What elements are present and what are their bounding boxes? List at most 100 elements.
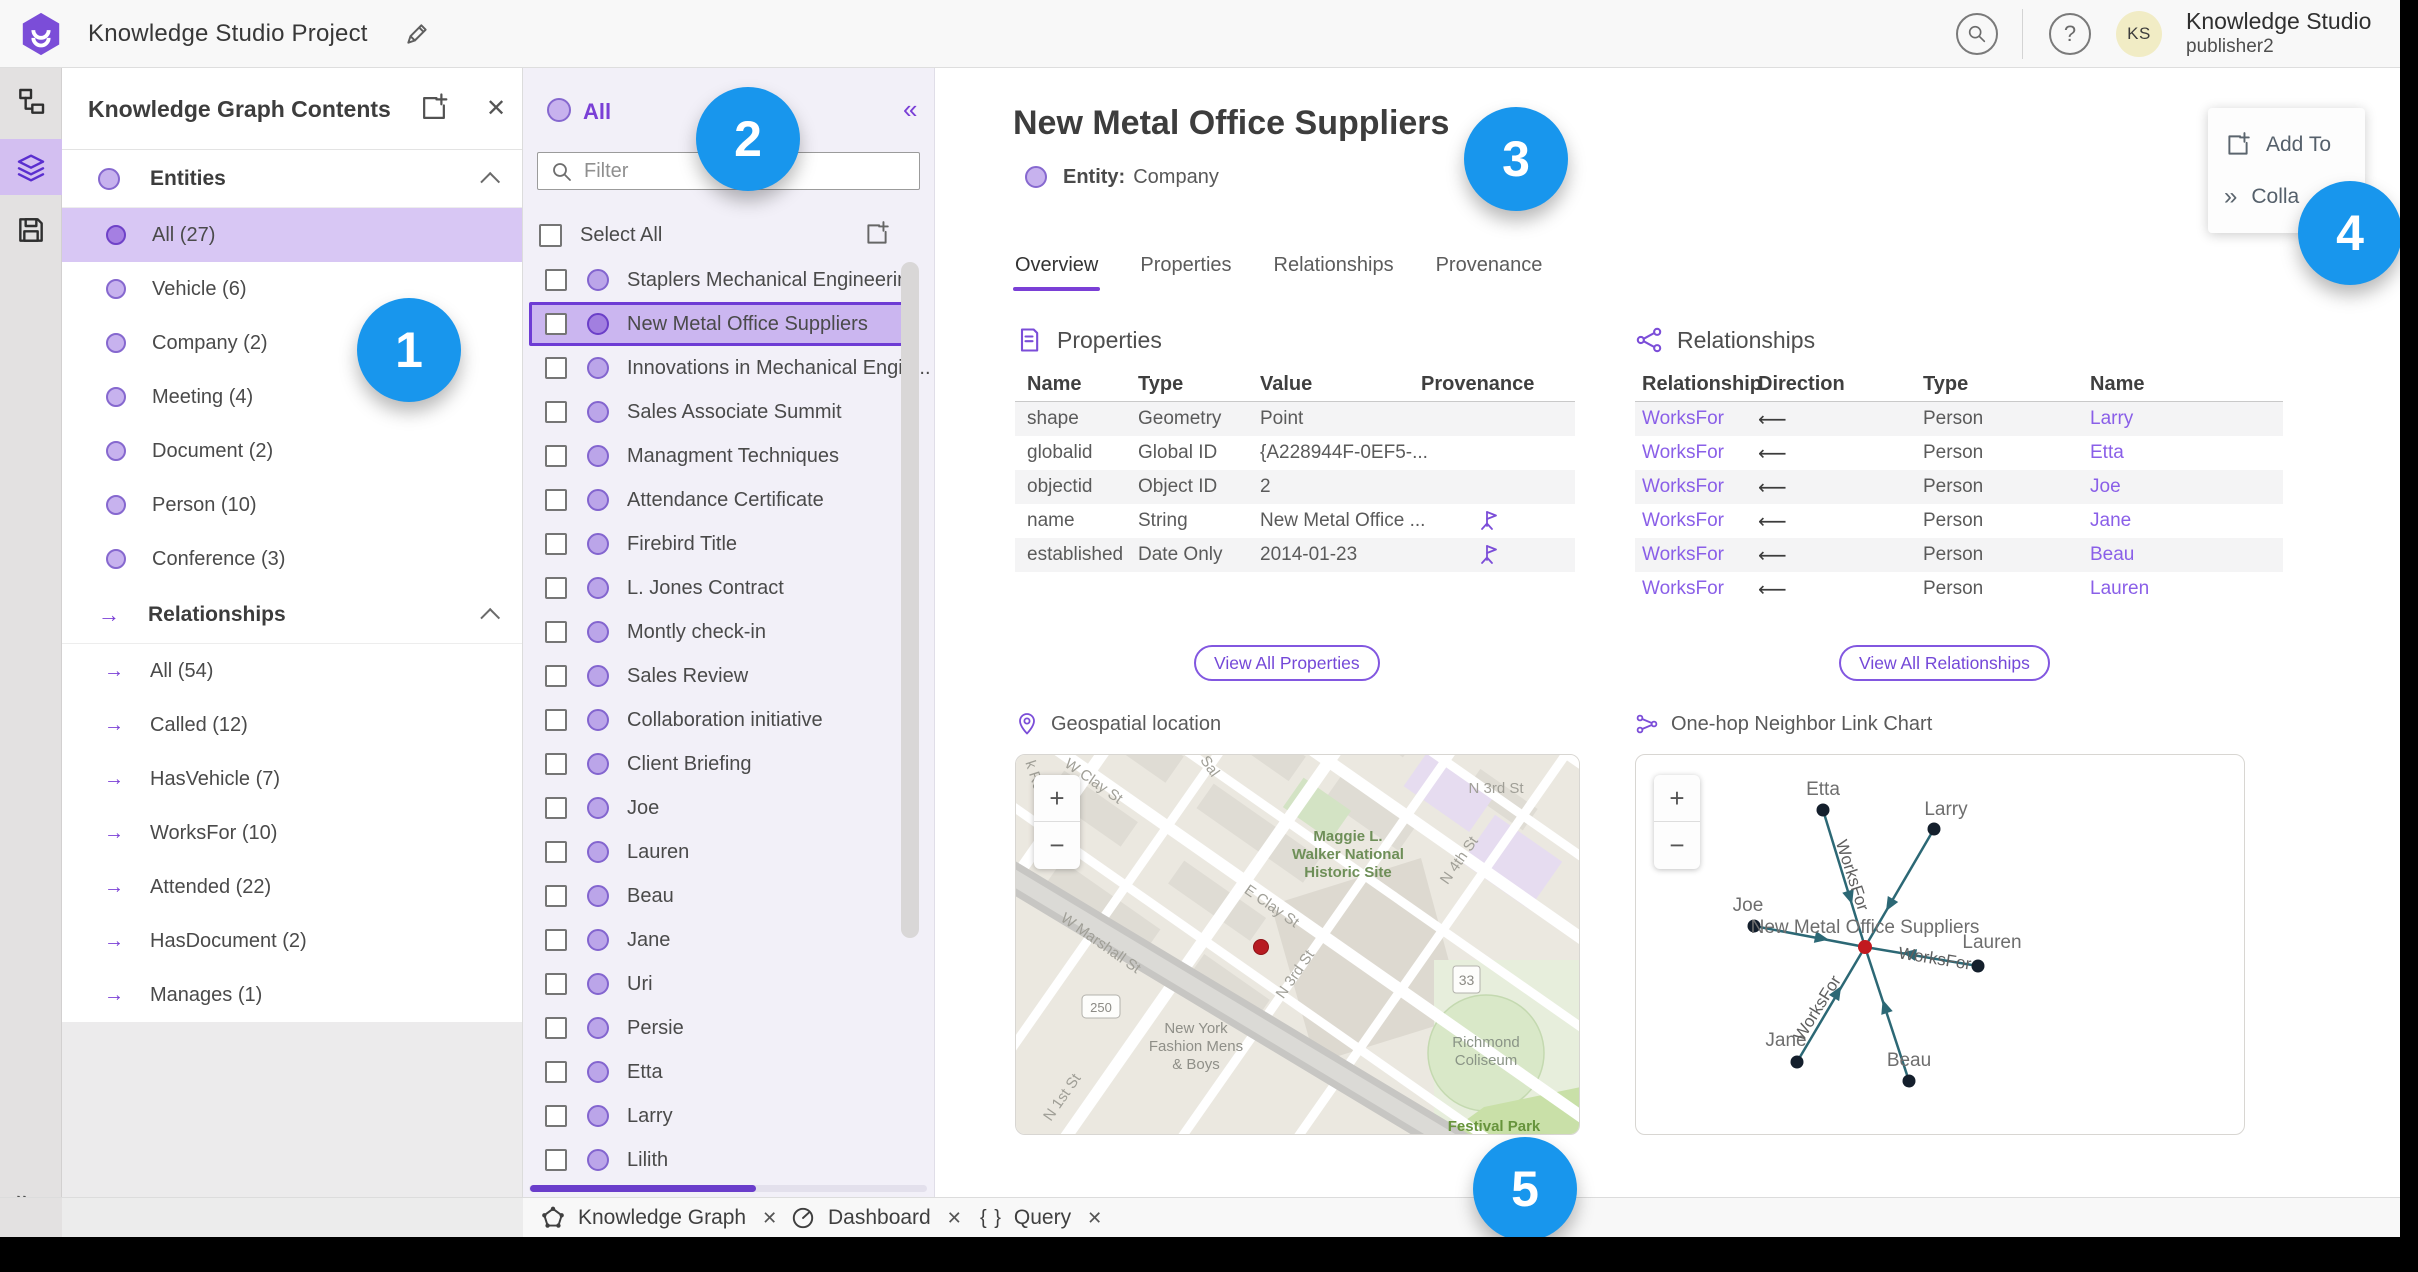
item-checkbox[interactable] — [545, 885, 567, 907]
view-all-relationships-button[interactable]: View All Relationships — [1839, 645, 2050, 681]
zoom-in-button[interactable]: + — [1034, 775, 1080, 822]
list-item[interactable]: Lilith — [529, 1138, 905, 1182]
vertical-scrollbar[interactable] — [901, 262, 919, 938]
graph-node[interactable] — [1816, 803, 1830, 817]
graph-node[interactable] — [1971, 959, 1985, 973]
sidebar-item-entity[interactable]: Meeting (4) — [62, 370, 522, 424]
item-checkbox[interactable] — [545, 577, 567, 599]
item-checkbox[interactable] — [545, 1149, 567, 1171]
select-all-checkbox[interactable] — [539, 223, 562, 247]
chevron-up-icon[interactable] — [480, 171, 501, 192]
add-to-new-icon[interactable] — [418, 92, 450, 124]
item-checkbox[interactable] — [545, 973, 567, 995]
sidebar-item-relationship[interactable]: → Attended (22) — [62, 860, 522, 914]
add-to-menu-item[interactable]: Add To — [2208, 118, 2365, 172]
sidebar-item-relationship[interactable]: → All (54) — [62, 644, 522, 698]
link-chart-canvas[interactable]: + − Etta Larry Joe Lauren Jane Beau New … — [1635, 754, 2245, 1135]
graph-node[interactable] — [1927, 822, 1941, 836]
list-item[interactable]: Persie — [529, 1006, 905, 1050]
item-checkbox[interactable] — [545, 841, 567, 863]
list-item[interactable]: Beau — [529, 874, 905, 918]
item-checkbox[interactable] — [545, 797, 567, 819]
graph-node[interactable] — [1902, 1074, 1916, 1088]
item-checkbox[interactable] — [545, 313, 567, 335]
list-item[interactable]: Sales Associate Summit — [529, 390, 905, 434]
list-item[interactable]: Lauren — [529, 830, 905, 874]
item-checkbox[interactable] — [545, 1061, 567, 1083]
sidebar-item-relationship[interactable]: → HasVehicle (7) — [62, 752, 522, 806]
item-checkbox[interactable] — [545, 1105, 567, 1127]
sidebar-item-relationship[interactable]: → WorksFor (10) — [62, 806, 522, 860]
avatar[interactable]: KS — [2116, 11, 2162, 57]
list-item[interactable]: Sales Review — [529, 654, 905, 698]
tab-knowledge-graph[interactable]: Knowledge Graph ✕ — [540, 1198, 777, 1238]
sidebar-item-entity[interactable]: Vehicle (6) — [62, 262, 522, 316]
list-item[interactable]: L. Jones Contract — [529, 566, 905, 610]
map-canvas[interactable]: + − N 3rd St N 4th St W Clay St k Rd Sal… — [1015, 754, 1580, 1135]
close-tab-icon[interactable]: ✕ — [762, 1208, 777, 1229]
graph-center-node[interactable] — [1858, 940, 1872, 954]
item-checkbox[interactable] — [545, 489, 567, 511]
detail-tab[interactable]: Relationships — [1274, 254, 1394, 291]
tab-query[interactable]: { } Query ✕ — [980, 1198, 1102, 1238]
list-item[interactable]: Staplers Mechanical Engineering — [529, 258, 919, 302]
edit-title-icon[interactable] — [404, 21, 430, 47]
sidebar-item-entity[interactable]: Document (2) — [62, 424, 522, 478]
provenance-flag-icon[interactable] — [1480, 510, 1500, 532]
sidebar-item-entity[interactable]: Conference (3) — [62, 532, 522, 586]
add-selection-icon[interactable] — [863, 220, 891, 248]
horizontal-scrollbar-track[interactable] — [529, 1185, 927, 1192]
select-all-row[interactable]: Select All — [539, 216, 919, 254]
detail-tab[interactable]: Provenance — [1436, 254, 1543, 291]
item-checkbox[interactable] — [545, 401, 567, 423]
zoom-out-button[interactable]: − — [1034, 822, 1080, 869]
item-checkbox[interactable] — [545, 533, 567, 555]
list-item[interactable]: Uri — [529, 962, 905, 1006]
sidebar-item-relationship[interactable]: → HasDocument (2) — [62, 914, 522, 968]
close-tab-icon[interactable]: ✕ — [947, 1208, 962, 1229]
item-checkbox[interactable] — [545, 665, 567, 687]
list-item[interactable]: Innovations in Mechanical Engin... — [529, 346, 931, 390]
list-item[interactable]: Attendance Certificate — [529, 478, 905, 522]
list-item[interactable]: Joe — [529, 786, 905, 830]
item-checkbox[interactable] — [545, 709, 567, 731]
item-checkbox[interactable] — [545, 753, 567, 775]
help-button[interactable]: ? — [2049, 13, 2091, 55]
search-button[interactable] — [1956, 13, 1998, 55]
entities-section-header[interactable]: Entities — [62, 150, 522, 208]
item-checkbox[interactable] — [545, 1017, 567, 1039]
list-item[interactable]: Larry — [529, 1094, 905, 1138]
item-checkbox[interactable] — [545, 929, 567, 951]
collapse-panel-icon[interactable]: « — [903, 94, 917, 125]
sidebar-item-entity[interactable]: All (27) — [62, 208, 522, 262]
item-checkbox[interactable] — [545, 621, 567, 643]
view-all-properties-button[interactable]: View All Properties — [1194, 645, 1380, 681]
graph-node[interactable] — [1790, 1055, 1804, 1069]
item-checkbox[interactable] — [545, 357, 567, 379]
detail-tab[interactable]: Overview — [1012, 254, 1101, 291]
zoom-out-button[interactable]: − — [1654, 822, 1700, 869]
list-item[interactable]: Jane — [529, 918, 905, 962]
horizontal-scrollbar-thumb[interactable] — [530, 1185, 756, 1192]
provenance-flag-icon[interactable] — [1480, 544, 1500, 566]
chevron-up-icon[interactable] — [480, 607, 501, 628]
data-model-icon[interactable] — [15, 86, 47, 118]
tab-dashboard[interactable]: Dashboard ✕ — [790, 1198, 962, 1238]
save-icon[interactable] — [15, 214, 47, 246]
list-item[interactable]: Firebird Title — [529, 522, 905, 566]
sidebar-item-entity[interactable]: Person (10) — [62, 478, 522, 532]
item-checkbox[interactable] — [545, 445, 567, 467]
layers-icon[interactable] — [15, 151, 47, 183]
zoom-in-button[interactable]: + — [1654, 775, 1700, 822]
item-checkbox[interactable] — [545, 269, 567, 291]
user-menu[interactable]: Knowledge Studio publisher2 — [2186, 8, 2371, 58]
close-panel-icon[interactable]: ✕ — [486, 94, 506, 123]
list-item[interactable]: New Metal Office Suppliers — [529, 302, 905, 346]
list-item[interactable]: Montly check-in — [529, 610, 905, 654]
list-item[interactable]: Client Briefing — [529, 742, 905, 786]
close-tab-icon[interactable]: ✕ — [1087, 1208, 1102, 1229]
sidebar-item-relationship[interactable]: → Called (12) — [62, 698, 522, 752]
list-item[interactable]: Collaboration initiative — [529, 698, 905, 742]
sidebar-item-relationship[interactable]: → Manages (1) — [62, 968, 522, 1022]
detail-tab[interactable]: Properties — [1140, 254, 1231, 291]
